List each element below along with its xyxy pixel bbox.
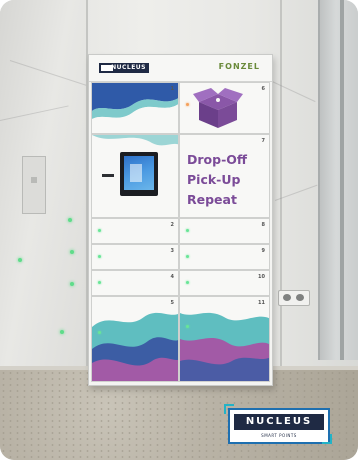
door-number: 4 [170,274,174,280]
photo: NUCLEUS FONZEL 1 2 3 4 5 6 7 8 9 10 11 D… [0,0,358,460]
locker-door-4[interactable]: 4 [91,270,179,296]
door-number: 8 [261,222,265,228]
door-led [186,255,189,258]
door-number: 7 [261,138,265,144]
locker-door-5[interactable]: 5 [91,296,179,382]
locker-door-11[interactable]: 11 [179,296,270,382]
door-number: 2 [170,222,174,228]
door-led [98,331,101,334]
door-led [186,325,189,328]
door-led [98,229,101,232]
door-number: 3 [170,248,174,254]
marble-vein [269,80,316,103]
brand-logo-fonzel: FONZEL [218,62,260,71]
wall-led [68,218,72,222]
logo-subtitle: SMART POINTS [261,433,297,438]
brand-logo-nucleus: NUCLEUS [99,63,149,73]
locker-header: NUCLEUS FONZEL [89,55,272,82]
door-led [186,103,189,106]
locker-slogan: Drop-Off Pick-Up Repeat [187,150,267,210]
slogan-line: Pick-Up [187,172,241,187]
wave-graphic [180,312,269,381]
door-led [186,229,189,232]
wall-led [70,282,74,286]
logo-corner [224,404,234,414]
slogan-line: Drop-Off [187,152,248,167]
package-icon [193,88,243,128]
door-number: 1 [170,86,174,92]
locker-door-2[interactable]: 2 [91,218,179,244]
door-number: 6 [261,86,265,92]
kiosk-touchscreen[interactable] [120,152,158,196]
door-number: 9 [261,248,265,254]
wall-switch [22,156,46,214]
logo-title: NUCLEUS [234,414,324,430]
door-led [98,255,101,258]
door-number: 5 [170,300,174,306]
locker-door-9[interactable]: 9 [179,244,270,270]
glass-panel [318,0,358,360]
wall-led [70,250,74,254]
wave-graphic [92,312,178,381]
card-slot [102,174,114,177]
door-led [98,281,101,284]
power-outlet [278,290,310,306]
wave-graphic [92,83,178,133]
parcel-locker: NUCLEUS FONZEL 1 2 3 4 5 6 7 8 9 10 11 [88,54,273,386]
door-number: 10 [258,274,265,280]
locker-door-1[interactable]: 1 [91,82,179,134]
locker-door-10[interactable]: 10 [179,270,270,296]
logo-corner [322,434,332,444]
wall-seam [280,0,282,380]
slogan-line: Repeat [187,192,237,207]
nucleus-logo-badge: NUCLEUS SMART POINTS [228,408,330,444]
wall-led [60,330,64,334]
glass-panel-edge [340,0,344,360]
door-led [186,281,189,284]
locker-door-8[interactable]: 8 [179,218,270,244]
door-number: 11 [258,300,265,306]
wall-led [18,258,22,262]
locker-door-3[interactable]: 3 [91,244,179,270]
